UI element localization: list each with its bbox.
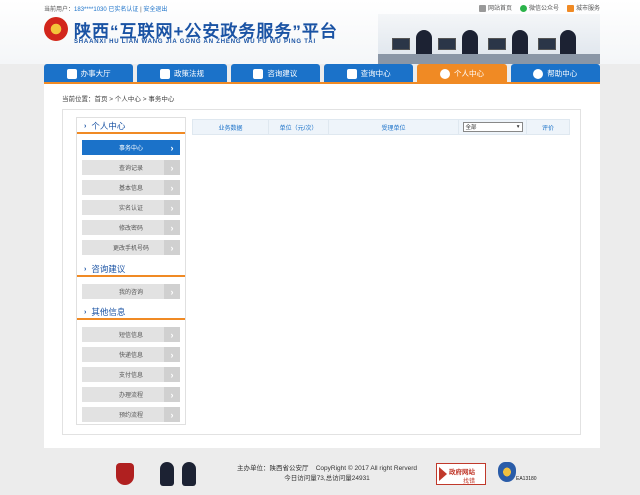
breadcrumb: 当前位置：首页 > 个人中心 > 事务中心 [62, 96, 175, 103]
header: 当前用户：183****1030 已实名认证 | 安全退出 网站首页 微信公众号… [0, 0, 640, 64]
police-shield-icon [116, 463, 134, 485]
footer-visits: 今日访问量73,总访问量24931 [284, 475, 370, 482]
affairs-table-header: 业务数据 单位（元/次） 受理单位 全部 ▾ 评价 [192, 119, 570, 135]
separator: | [140, 7, 142, 13]
home-icon [478, 4, 486, 12]
chat-icon [253, 68, 264, 79]
police-emblem-icon [44, 17, 68, 41]
chevron-right-icon: › [84, 122, 87, 130]
cyber-police-badge[interactable]: EA13180 [496, 462, 537, 486]
sidebar-item-query-records[interactable]: 查询记录 › [82, 160, 180, 175]
chevron-right-icon: › [164, 180, 180, 195]
chevron-right-icon: › [164, 347, 180, 362]
sidebar-item-password[interactable]: 修改密码 › [82, 220, 180, 235]
sidebar-item-phone[interactable]: 更改手机号码 › [82, 240, 180, 255]
nav-help[interactable]: 帮助中心 [510, 64, 600, 83]
sidebar-item-process[interactable]: 办理流程 › [82, 387, 180, 402]
chevron-right-icon: › [164, 284, 180, 299]
col-rating: 评价 [541, 125, 554, 132]
sidebar-section-personal: › 个人中心 [77, 120, 185, 134]
chevron-right-icon: › [164, 367, 180, 382]
verify-status[interactable]: 已实名认证 [108, 7, 138, 13]
nav-hall[interactable]: 办事大厅 [44, 64, 134, 83]
main-content: 当前位置：首页 > 个人中心 > 事务中心 › 个人中心 事务中心 › 查询记录 › … [44, 84, 600, 448]
chevron-right-icon: › [84, 308, 87, 316]
sidebar-item-basic-info[interactable]: 基本信息 › [82, 180, 180, 195]
footer: 主办单位：陕西省公安厅 CopyRight © 2017 All right R… [0, 456, 640, 495]
chevron-right-icon: › [164, 387, 180, 402]
city-icon [566, 4, 574, 12]
sidebar-item-express[interactable]: 快递信息 › [82, 347, 180, 362]
site-subtitle: SHAANXI HU LIAN WANG JIA GONG AN ZHENG W… [74, 39, 316, 45]
top-link-city[interactable]: 城市服务 [566, 3, 600, 12]
home-icon [66, 68, 77, 79]
sidebar-item-my-consult[interactable]: 我的咨询 › [82, 284, 180, 299]
content-panel: › 个人中心 事务中心 › 查询记录 › 基本信息 › 实名认证 › 修改密码 › 更改手机… [62, 109, 581, 435]
police-badge-icon [498, 462, 516, 482]
chevron-right-icon: › [164, 140, 180, 155]
police-mascot-icon [160, 462, 174, 486]
footer-copyright: CopyRight © 2017 All right Rerverd [315, 465, 417, 472]
sidebar-section-other: › 其他信息 [77, 306, 185, 320]
header-banner-image [378, 14, 600, 64]
sidebar-section-consult: › 咨询建议 [77, 263, 185, 277]
col-business-data: 业务数据 [193, 120, 269, 134]
gov-site-error-badge[interactable]: 政府网站 找错 [436, 463, 486, 485]
col-accepting-unit: 受理单位 [329, 120, 459, 134]
help-icon [533, 68, 544, 79]
police-mascot-icon [182, 462, 196, 486]
col-unit-price: 单位（元/次） [269, 120, 329, 134]
sidebar-item-real-name[interactable]: 实名认证 › [82, 200, 180, 215]
user-label: 当前用户： [44, 7, 75, 13]
user-bar: 当前用户：183****1030 已实名认证 | 安全退出 [44, 4, 167, 13]
sidebar-item-sms[interactable]: 短信信息 › [82, 327, 180, 342]
sidebar-item-appointment[interactable]: 预约流程 › [82, 407, 180, 422]
chevron-right-icon: › [84, 265, 87, 273]
top-links: 网站首页 微信公众号 城市服务 [478, 3, 600, 12]
sidebar-item-payment[interactable]: 支付信息 › [82, 367, 180, 382]
main-nav: 办事大厅 政策法规 咨询建议 查询中心 个人中心 帮助中心 [44, 64, 600, 83]
chevron-right-icon: › [164, 160, 180, 175]
book-icon [159, 68, 170, 79]
footer-text: 主办单位：陕西省公安厅 CopyRight © 2017 All right R… [222, 464, 432, 484]
logout-link[interactable]: 安全退出 [143, 7, 167, 13]
chevron-right-icon: › [164, 407, 180, 422]
chevron-right-icon: › [164, 240, 180, 255]
nav-policy[interactable]: 政策法规 [137, 64, 227, 83]
search-doc-icon [346, 68, 357, 79]
sidebar: › 个人中心 事务中心 › 查询记录 › 基本信息 › 实名认证 › 修改密码 › 更改手机… [76, 117, 186, 425]
nav-consult[interactable]: 咨询建议 [230, 64, 320, 83]
top-link-home[interactable]: 网站首页 [478, 3, 512, 12]
chevron-right-icon: › [164, 327, 180, 342]
sidebar-item-affairs[interactable]: 事务中心 › [82, 140, 180, 155]
nav-personal[interactable]: 个人中心 [417, 64, 507, 83]
chevron-right-icon: › [164, 200, 180, 215]
wechat-icon [519, 4, 527, 12]
flag-icon [439, 467, 447, 481]
footer-host: 主办单位：陕西省公安厅 [237, 465, 309, 472]
person-icon [439, 68, 450, 79]
chevron-right-icon: › [164, 220, 180, 235]
status-filter-select[interactable]: 全部 ▾ [462, 122, 523, 132]
nav-query[interactable]: 查询中心 [323, 64, 414, 83]
top-link-wechat[interactable]: 微信公众号 [519, 3, 559, 12]
user-name[interactable]: 183****1030 [74, 7, 107, 13]
col-filter: 全部 ▾ [459, 120, 527, 134]
caret-down-icon: ▾ [516, 124, 520, 130]
